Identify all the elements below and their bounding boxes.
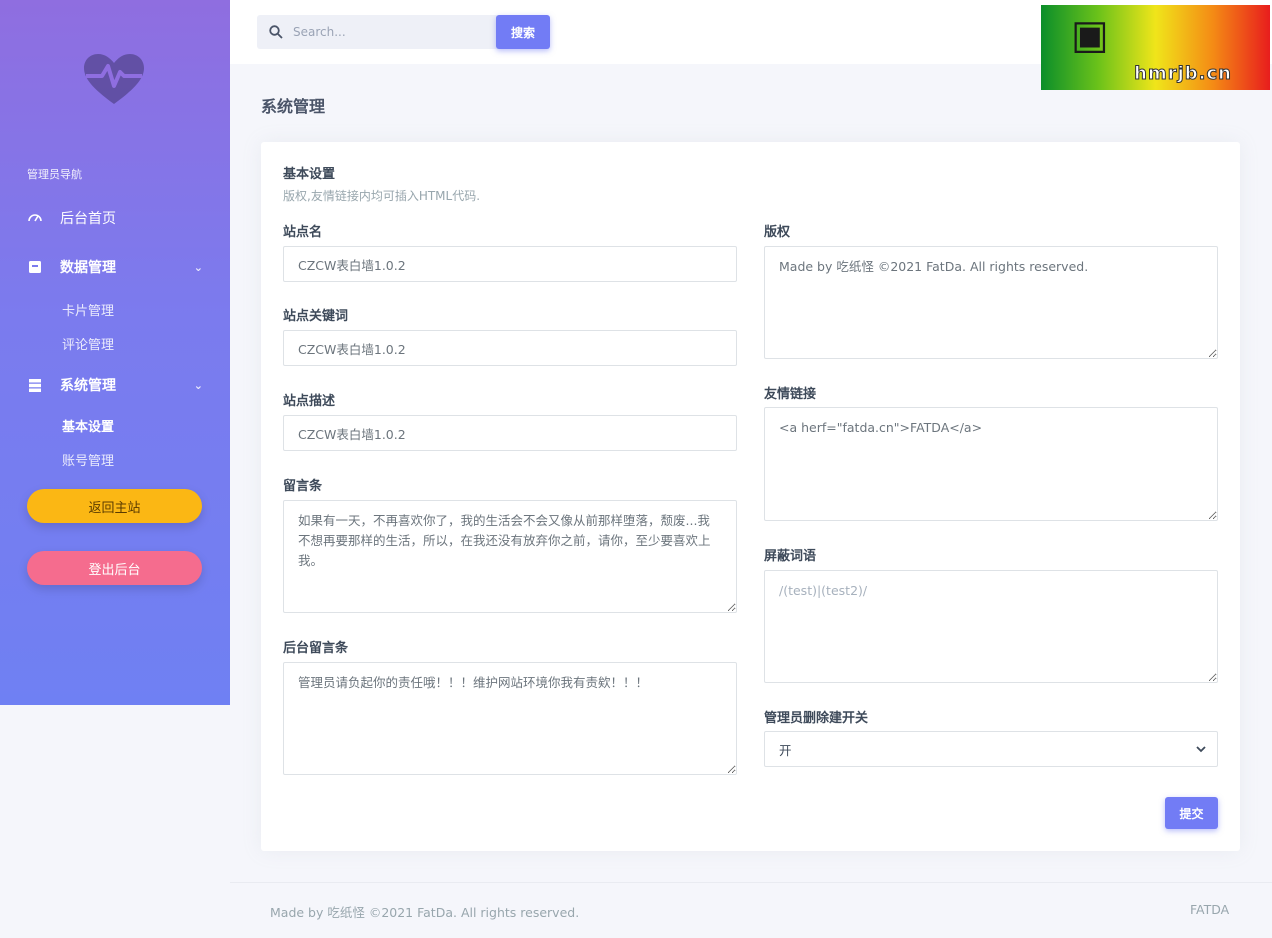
sidebar-item-label: 后台首页 bbox=[60, 211, 116, 227]
chevron-down-icon bbox=[1196, 746, 1206, 753]
admin-delete-switch-select[interactable]: 开 bbox=[764, 731, 1218, 767]
nav-caption: 管理员导航 bbox=[27, 168, 82, 181]
friend-links-label: 友情链接 bbox=[764, 387, 817, 402]
copyright-textarea[interactable]: Made by 吃纸怪 ©2021 FatDa. All rights rese… bbox=[764, 246, 1218, 359]
friend-links-textarea[interactable]: <a herf="fatda.cn">FATDA</a> bbox=[764, 407, 1218, 521]
search-box bbox=[257, 15, 497, 49]
server-icon bbox=[28, 378, 42, 392]
watermark-logo: ▣ hmrjb.cn bbox=[1041, 5, 1270, 90]
admin-delete-switch-label: 管理员删除建开关 bbox=[764, 711, 869, 726]
back-to-site-button[interactable]: 返回主站 bbox=[27, 489, 202, 523]
admin-message-bar-label: 后台留言条 bbox=[283, 641, 349, 656]
sidebar-item-dashboard[interactable]: 后台首页 bbox=[28, 206, 203, 230]
page-title: 系统管理 bbox=[261, 97, 326, 116]
box-icon bbox=[28, 260, 42, 274]
admin-message-bar-textarea[interactable]: 管理员请负起你的责任哦！！！维护网站环境你我有责欸！！！ bbox=[283, 662, 737, 775]
search-icon bbox=[269, 25, 283, 39]
sidebar-item-label: 系统管理 bbox=[60, 378, 116, 394]
sidebar-subitem-basic-settings[interactable]: 基本设置 bbox=[62, 416, 114, 435]
message-bar-textarea[interactable]: 如果有一天，不再喜欢你了，我的生活会不会又像从前那样堕落，颓废...我不想再要那… bbox=[283, 500, 737, 613]
site-description-label: 站点描述 bbox=[283, 394, 336, 409]
sidebar: 管理员导航 后台首页 数据管理 ⌄ 卡片管理 评论管理 系统管理 ⌄ 基本设置 … bbox=[0, 0, 230, 705]
site-name-input[interactable] bbox=[283, 246, 737, 282]
heartbeat-icon[interactable] bbox=[82, 52, 146, 106]
watermark-glyph: ▣ bbox=[1071, 11, 1109, 58]
logout-button[interactable]: 登出后台 bbox=[27, 551, 202, 585]
site-keywords-input[interactable] bbox=[283, 330, 737, 366]
search-input[interactable] bbox=[293, 25, 483, 39]
card-title: 基本设置 bbox=[283, 167, 336, 182]
sidebar-subitem-cards[interactable]: 卡片管理 bbox=[62, 300, 114, 319]
card-subtitle: 版权,友情链接内均可插入HTML代码. bbox=[283, 189, 481, 203]
blocked-words-label: 屏蔽词语 bbox=[764, 549, 817, 564]
settings-card: 基本设置 版权,友情链接内均可插入HTML代码. 站点名 站点关键词 站点描述 … bbox=[261, 142, 1240, 851]
watermark-text: hmrjb.cn bbox=[1134, 63, 1232, 85]
copyright-label: 版权 bbox=[764, 225, 791, 240]
blocked-words-textarea[interactable] bbox=[764, 570, 1218, 683]
select-value: 开 bbox=[779, 742, 792, 758]
chevron-down-icon: ⌄ bbox=[193, 378, 203, 392]
sidebar-item-data[interactable]: 数据管理 ⌄ bbox=[28, 255, 203, 279]
sidebar-item-system[interactable]: 系统管理 ⌄ bbox=[28, 373, 203, 397]
sidebar-subitem-comments[interactable]: 评论管理 bbox=[62, 334, 114, 353]
footer-brand: FATDA bbox=[1190, 902, 1230, 917]
site-name-label: 站点名 bbox=[283, 225, 323, 240]
message-bar-label: 留言条 bbox=[283, 479, 323, 494]
submit-button[interactable]: 提交 bbox=[1165, 797, 1218, 829]
footer-divider bbox=[230, 882, 1272, 883]
search-button[interactable]: 搜索 bbox=[496, 15, 550, 49]
sidebar-item-label: 数据管理 bbox=[60, 260, 116, 276]
footer-copyright: Made by 吃纸怪 ©2021 FatDa. All rights rese… bbox=[270, 905, 580, 920]
site-keywords-label: 站点关键词 bbox=[283, 309, 349, 324]
chevron-down-icon: ⌄ bbox=[193, 260, 203, 274]
speedometer-icon bbox=[28, 211, 42, 225]
site-description-input[interactable] bbox=[283, 415, 737, 451]
sidebar-subitem-accounts[interactable]: 账号管理 bbox=[62, 450, 114, 469]
